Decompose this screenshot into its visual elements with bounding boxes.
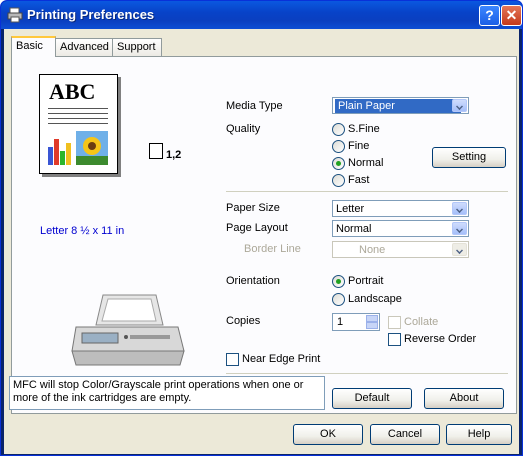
paper-size-select[interactable]: Letter <box>332 200 469 217</box>
quality-normal-radio[interactable]: Normal <box>332 157 383 170</box>
orientation-landscape-radio[interactable]: Landscape <box>332 293 402 306</box>
copies-preview-text: 1,2 <box>166 149 182 161</box>
dialog-client: Basic Advanced Support ABC 1,2 Letter 8 … <box>4 29 519 454</box>
orientation-label: Orientation <box>226 275 280 287</box>
paper-size-preview-text: Letter 8 ½ x 11 in <box>40 225 125 237</box>
printing-preferences-window: Printing Preferences ? ✕ Basic Advanced … <box>0 0 523 456</box>
setting-button[interactable]: Setting <box>432 147 506 168</box>
collate-checkbox[interactable]: Collate <box>388 316 438 329</box>
preview-abc-text: ABC <box>49 79 96 104</box>
chevron-down-icon[interactable] <box>452 99 467 112</box>
page-layout-label: Page Layout <box>226 222 288 234</box>
help-button[interactable]: Help <box>446 424 512 445</box>
cancel-button[interactable]: Cancel <box>370 424 440 445</box>
border-line-value: None <box>359 244 386 256</box>
copies-label: Copies <box>226 315 261 327</box>
media-type-value: Plain Paper <box>335 99 461 113</box>
media-type-label: Media Type <box>226 100 283 112</box>
quality-label: Quality <box>226 123 261 135</box>
default-button[interactable]: Default <box>332 388 412 409</box>
window-title: Printing Preferences <box>27 7 155 22</box>
page-layout-value: Normal <box>336 223 372 235</box>
mfc-printer-icon <box>71 294 185 366</box>
copies-icon <box>146 143 163 162</box>
spin-up-icon[interactable] <box>366 315 378 322</box>
chevron-down-icon[interactable] <box>452 222 467 235</box>
about-button[interactable]: About <box>424 388 504 409</box>
preview-chart-icon <box>48 131 108 165</box>
close-icon[interactable]: ✕ <box>501 5 522 26</box>
border-line-select[interactable]: None <box>332 241 469 258</box>
paper-size-value: Letter <box>336 203 365 215</box>
paper-size-label: Paper Size <box>226 202 280 214</box>
tab-basic[interactable]: Basic <box>11 36 56 57</box>
page-preview: ABC <box>39 74 118 174</box>
media-type-select[interactable]: Plain Paper <box>332 97 469 114</box>
quality-fine-radio[interactable]: Fine <box>332 140 369 153</box>
basic-tab-panel: ABC 1,2 Letter 8 ½ x 11 in Media Type Pl… <box>11 56 517 414</box>
ok-button[interactable]: OK <box>293 424 363 445</box>
chevron-down-icon[interactable] <box>452 243 467 256</box>
quality-fast-radio[interactable]: Fast <box>332 174 369 187</box>
copies-value: 1 <box>337 316 344 328</box>
reverse-order-checkbox[interactable]: Reverse Order <box>388 333 476 346</box>
help-icon[interactable]: ? <box>479 5 500 26</box>
chevron-down-icon[interactable] <box>452 202 467 215</box>
title-bar[interactable]: Printing Preferences ? ✕ <box>1 1 522 29</box>
quality-sfine-radio[interactable]: S.Fine <box>332 123 380 136</box>
near-edge-print-checkbox[interactable]: Near Edge Print <box>226 353 320 366</box>
orientation-portrait-radio[interactable]: Portrait <box>332 275 383 288</box>
copies-stepper[interactable]: 1 <box>332 313 380 331</box>
printer-icon <box>7 7 23 23</box>
status-message: MFC will stop Color/Grayscale print oper… <box>9 376 325 410</box>
border-line-label: Border Line <box>244 243 301 255</box>
tab-support[interactable]: Support <box>112 38 162 56</box>
tab-advanced[interactable]: Advanced <box>55 38 113 56</box>
divider <box>226 373 508 374</box>
page-layout-select[interactable]: Normal <box>332 220 469 237</box>
spin-down-icon[interactable] <box>366 322 378 329</box>
divider <box>226 191 508 192</box>
